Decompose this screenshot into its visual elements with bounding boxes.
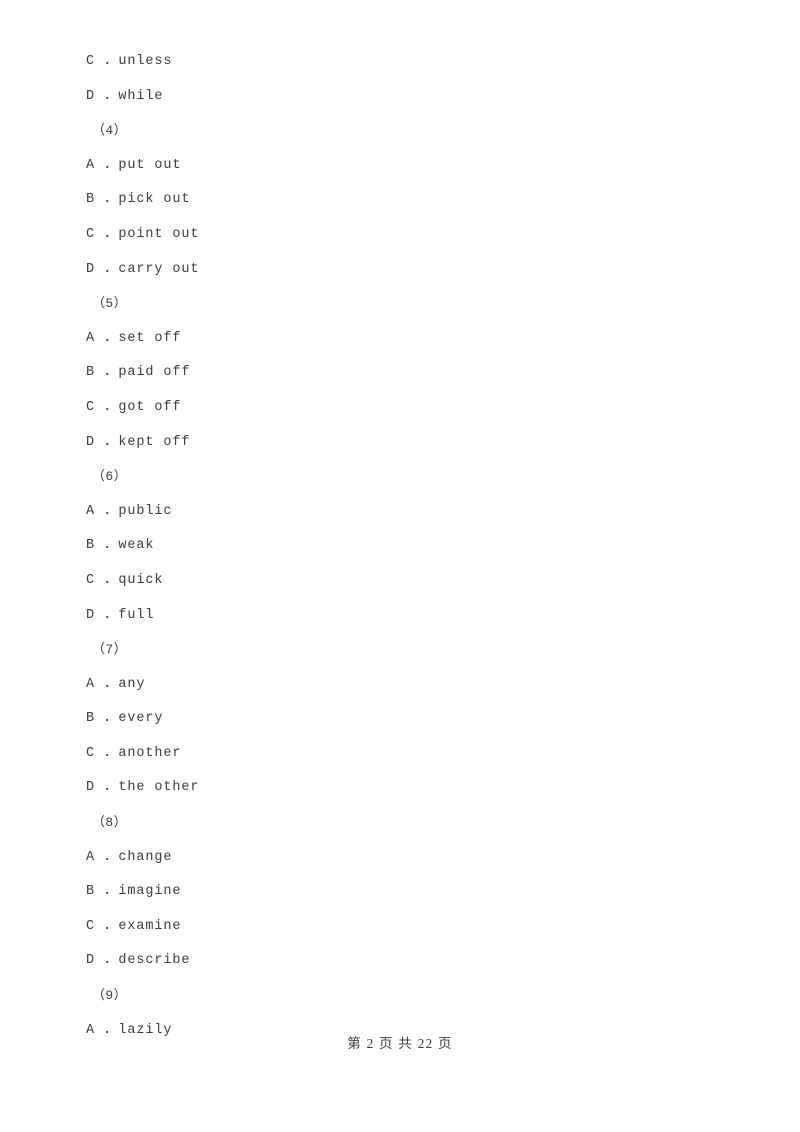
answer-option: B ．weak <box>86 538 155 554</box>
question-number: （5） <box>92 296 128 312</box>
question-options-list: C ．unless D ．while （4） A ．put out B ．pick ou… <box>86 45 706 1048</box>
answer-option: C ．point out <box>86 226 200 242</box>
question-number: （6） <box>92 469 128 485</box>
answer-option: B ．every <box>86 711 164 727</box>
answer-option: A ．set off <box>86 330 182 346</box>
answer-option: A ．any <box>86 676 146 692</box>
page-footer: 第 2 页 共 22 页 <box>347 1036 453 1051</box>
answer-option: D ．kept off <box>86 434 191 450</box>
answer-option: D ．carry out <box>86 261 200 277</box>
question-number: （8） <box>92 815 128 831</box>
answer-option: B ．paid off <box>86 365 191 381</box>
answer-option: C ．unless <box>86 54 173 69</box>
answer-option: B ．imagine <box>86 884 182 900</box>
answer-option: D ．while <box>86 88 164 104</box>
answer-option: C ．examine <box>86 918 182 934</box>
answer-option: A ．change <box>86 849 173 865</box>
answer-option: C ．quick <box>86 572 164 588</box>
question-number: （4） <box>92 123 128 139</box>
document-page: C ．unless D ．while （4） A ．put out B ．pick ou… <box>0 0 800 1132</box>
question-number: （7） <box>92 642 128 658</box>
answer-option: D ．the other <box>86 780 200 796</box>
answer-option: B ．pick out <box>86 192 191 208</box>
question-number: （9） <box>92 988 128 1004</box>
answer-option: D ．full <box>86 607 155 623</box>
answer-option: D ．describe <box>86 953 191 969</box>
answer-option: A ．put out <box>86 157 182 173</box>
answer-option: C ．got off <box>86 399 182 415</box>
answer-option: C ．another <box>86 745 182 761</box>
answer-option: A ．public <box>86 503 173 519</box>
